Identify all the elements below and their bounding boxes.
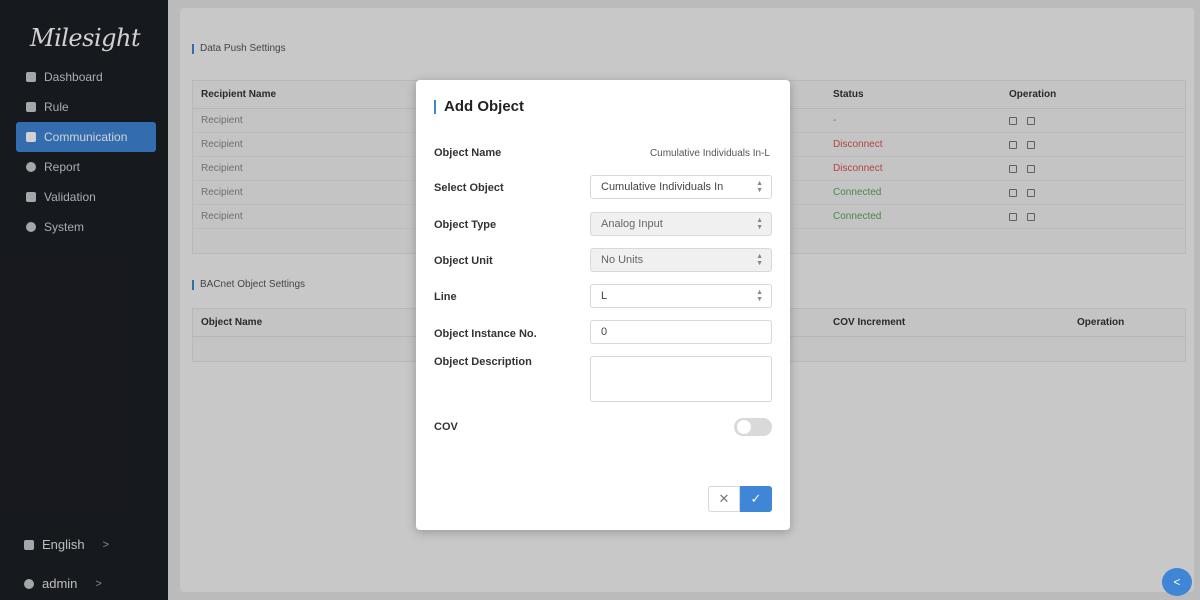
cov-toggle[interactable]: [734, 418, 772, 436]
confirm-button[interactable]: ✓: [740, 486, 772, 512]
line-label: Line: [434, 291, 457, 303]
instance-value: 0: [601, 326, 608, 338]
updown-icon: ▲ ▼: [756, 217, 763, 231]
toggle-knob: [737, 420, 751, 434]
object-name-label: Object Name: [434, 147, 502, 159]
close-icon: ✕: [718, 491, 730, 506]
select-object-label: Select Object: [434, 182, 504, 194]
object-type-label: Object Type: [434, 219, 497, 231]
cancel-button[interactable]: ✕: [708, 486, 740, 512]
instance-label: Object Instance No.: [434, 328, 537, 340]
updown-icon: ▲ ▼: [756, 180, 763, 194]
select-object-value: Cumulative Individuals In: [601, 181, 724, 193]
description-label: Object Description: [434, 356, 532, 368]
line-value: L: [601, 290, 608, 302]
dialog-title: Add Object: [434, 99, 524, 114]
object-unit-dropdown[interactable]: No Units ▲ ▼: [590, 248, 772, 272]
add-object-dialog: Add Object Object Name Cumulative Indivi…: [416, 80, 790, 530]
object-name-value: Cumulative Individuals In-L: [649, 148, 770, 159]
object-unit-value: No Units: [601, 254, 644, 266]
collapse-button[interactable]: <: [1162, 568, 1192, 596]
line-dropdown[interactable]: L ▲ ▼: [590, 284, 772, 308]
object-type-dropdown[interactable]: Analog Input ▲ ▼: [590, 212, 772, 236]
updown-icon: ▲ ▼: [756, 289, 763, 303]
check-icon: ✓: [750, 491, 762, 506]
object-unit-label: Object Unit: [434, 255, 493, 267]
select-object-dropdown[interactable]: Cumulative Individuals In ▲ ▼: [590, 175, 772, 199]
updown-icon: ▲ ▼: [756, 253, 763, 267]
chevron-left-icon: <: [1173, 575, 1181, 589]
cov-label: COV: [434, 421, 458, 433]
instance-input[interactable]: 0: [590, 320, 772, 344]
object-type-value: Analog Input: [601, 218, 663, 230]
description-textarea[interactable]: [590, 356, 772, 402]
